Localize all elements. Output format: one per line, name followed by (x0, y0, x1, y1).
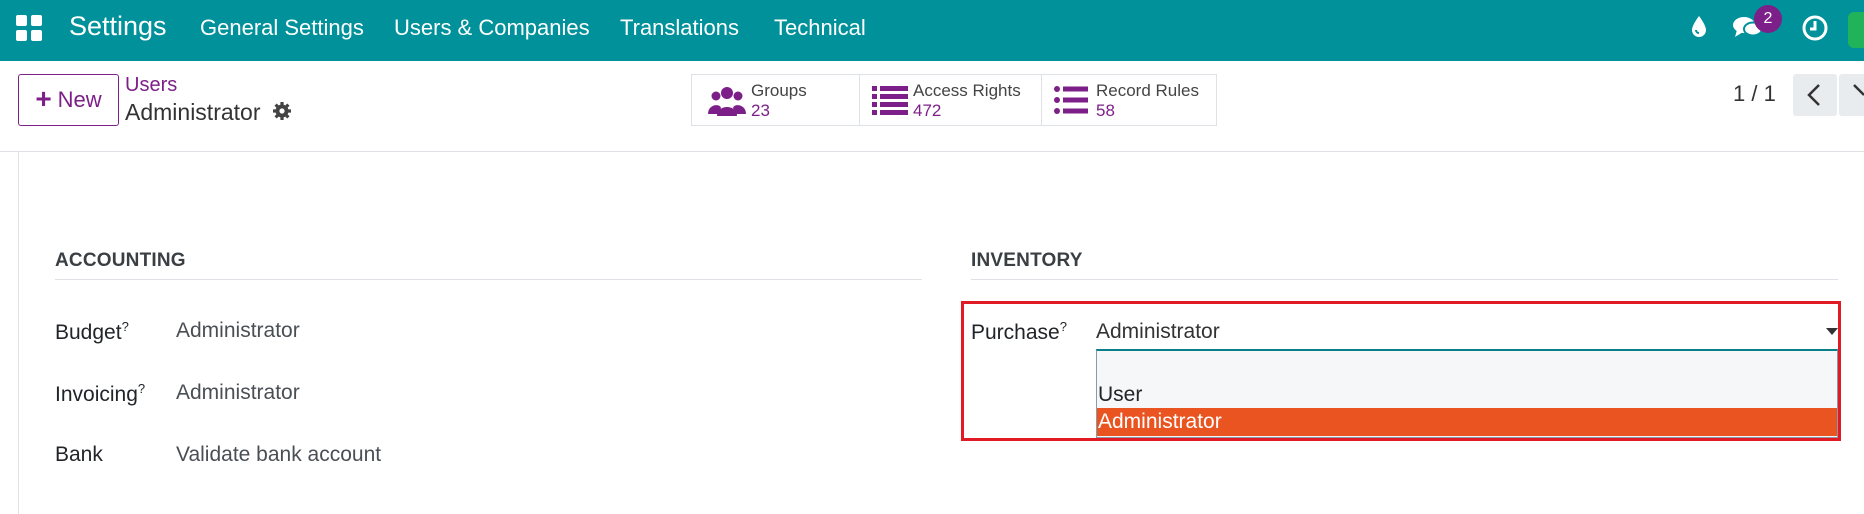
purchase-label: Purchase? (971, 319, 1067, 344)
menu-technical[interactable]: Technical (774, 15, 866, 41)
smart-button-access-rights[interactable]: Access Rights 472 (859, 74, 1042, 126)
chevron-left-icon (1807, 84, 1820, 106)
budget-label: Budget? (55, 319, 129, 344)
option-user[interactable]: User (1097, 381, 1837, 409)
budget-help[interactable]: ? (122, 319, 129, 334)
pager-next-button[interactable] (1839, 74, 1864, 116)
invoicing-help[interactable]: ? (138, 381, 145, 396)
chevron-right-icon (1853, 84, 1864, 96)
breadcrumb-users[interactable]: Users (125, 74, 177, 97)
apps-grid-icon[interactable] (16, 15, 42, 41)
smart-button-record-rules[interactable]: Record Rules 58 (1041, 74, 1217, 126)
menu-translations[interactable]: Translations (620, 15, 739, 41)
activity-clock-icon[interactable] (1801, 14, 1829, 42)
bank-value[interactable]: Validate bank account (176, 443, 381, 467)
accounting-section-title: ACCOUNTING (55, 250, 186, 271)
option-administrator[interactable]: Administrator (1097, 408, 1837, 436)
list-icon (872, 86, 908, 115)
new-button-label: New (57, 87, 102, 112)
smart-value-groups: 23 (751, 101, 770, 120)
user-avatar[interactable] (1848, 12, 1864, 48)
smart-value-record-rules: 58 (1096, 101, 1115, 120)
smart-label-record-rules: Record Rules (1096, 81, 1199, 100)
list-icon (1054, 86, 1088, 114)
pager-previous-button[interactable] (1793, 74, 1837, 116)
bank-label: Bank (55, 443, 103, 466)
smart-label-groups: Groups (751, 81, 807, 100)
inventory-section-title: INVENTORY (971, 250, 1083, 271)
notification-badge: 2 (1754, 5, 1782, 33)
new-button[interactable]: + New (18, 74, 119, 126)
breadcrumb-current: Administrator (125, 99, 261, 125)
pager-value[interactable]: 1 / 1 (1733, 81, 1776, 107)
gear-icon[interactable] (272, 101, 292, 121)
accounting-divider (55, 279, 922, 280)
sheet-left-border (18, 152, 19, 514)
debug-drop-icon[interactable] (1688, 14, 1710, 40)
inventory-divider (971, 279, 1838, 280)
users-group-icon (708, 87, 746, 116)
smart-label-access-rights: Access Rights (913, 81, 1021, 100)
plus-icon: + (35, 82, 52, 114)
smart-value-access-rights: 472 (913, 101, 942, 120)
caret-down-icon[interactable] (1826, 328, 1838, 335)
menu-general-settings[interactable]: General Settings (200, 15, 364, 41)
option-empty[interactable] (1097, 351, 1837, 379)
menu-users-companies[interactable]: Users & Companies (394, 15, 590, 41)
smart-button-groups[interactable]: Groups 23 (691, 74, 860, 126)
invoicing-value[interactable]: Administrator (176, 381, 300, 405)
budget-value[interactable]: Administrator (176, 319, 300, 343)
purchase-dropdown-list: User Administrator (1096, 349, 1838, 438)
purchase-help[interactable]: ? (1060, 319, 1067, 334)
top-navbar: Settings General Settings Users & Compan… (0, 0, 1864, 61)
purchase-select[interactable]: Administrator (1096, 320, 1220, 344)
invoicing-label: Invoicing? (55, 381, 146, 406)
app-brand[interactable]: Settings (69, 11, 167, 42)
